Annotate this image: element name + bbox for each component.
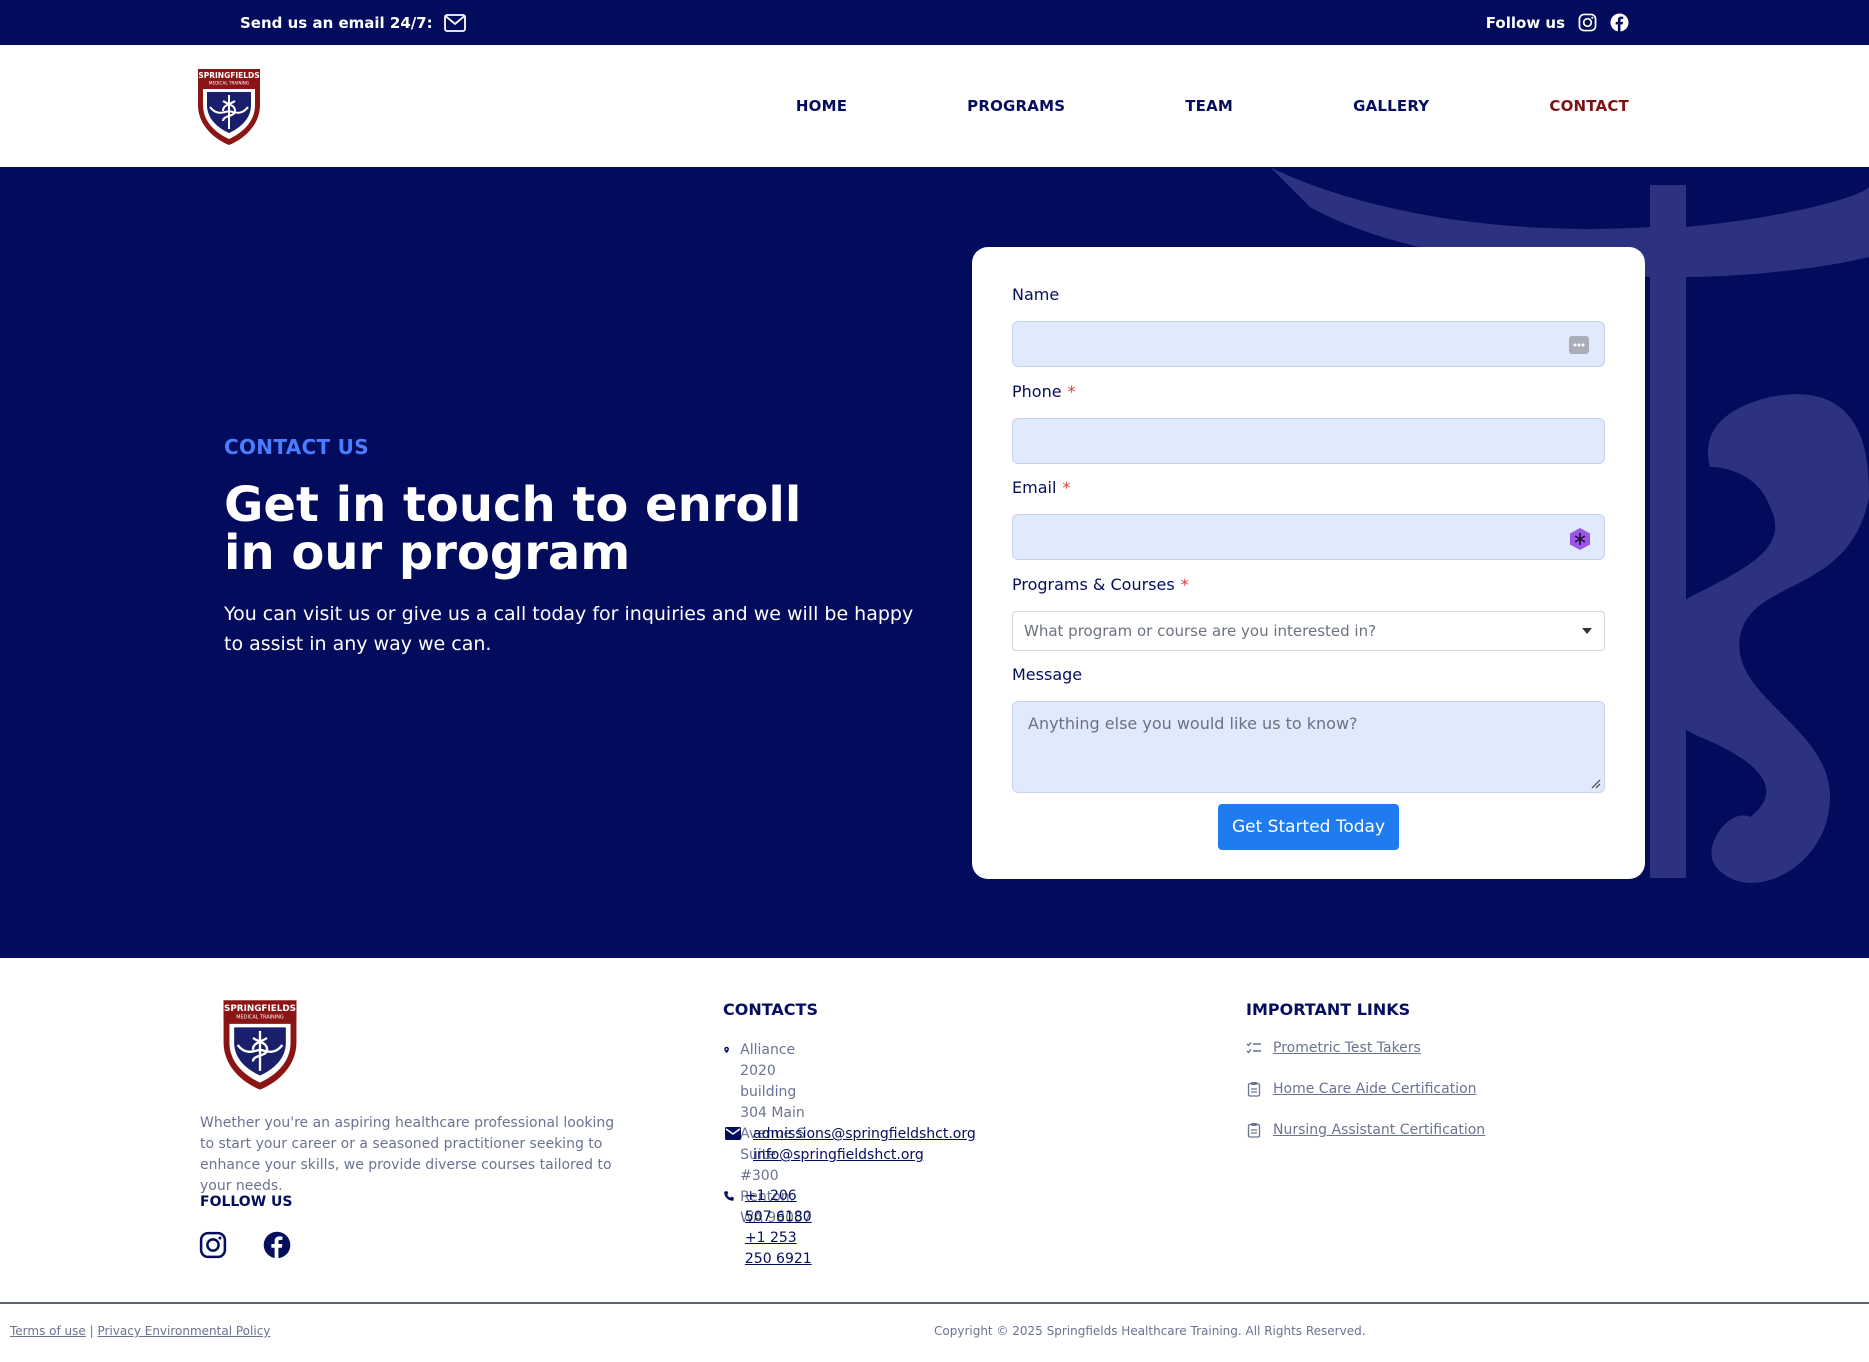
required-mark: * bbox=[1180, 575, 1189, 594]
copyright: Copyright © 2025 Springfields Healthcare… bbox=[934, 1324, 1366, 1338]
checklist-icon bbox=[1246, 1042, 1261, 1054]
message-field-group: Message Anything else you would like us … bbox=[1012, 665, 1605, 793]
programs-select[interactable]: What program or course are you intereste… bbox=[1012, 611, 1605, 651]
mail-icon bbox=[725, 1127, 741, 1140]
autofill-icon[interactable] bbox=[1568, 334, 1590, 356]
contact-form-card: Name Phone * Email * Programs & Courses * W… bbox=[972, 247, 1645, 879]
hero-eyebrow: CONTACT US bbox=[224, 435, 369, 459]
svg-text:SPRINGFIELDS: SPRINGFIELDS bbox=[198, 71, 259, 80]
phone-link-1[interactable]: +1 206 507 6180 bbox=[745, 1186, 818, 1228]
programs-placeholder: What program or course are you intereste… bbox=[1024, 622, 1377, 640]
phone-input[interactable] bbox=[1012, 418, 1605, 464]
bottom-bar: Terms of use | Privacy Environmental Pol… bbox=[0, 1302, 1869, 1362]
email-cta-label: Send us an email 24/7: bbox=[240, 13, 433, 32]
phone-field-group: Phone * bbox=[1012, 382, 1605, 464]
phone-label: Phone * bbox=[1012, 382, 1076, 401]
terms-link[interactable]: Terms of use bbox=[10, 1324, 86, 1338]
nav-team[interactable]: TEAM bbox=[1185, 97, 1233, 115]
legal-links: Terms of use | Privacy Environmental Pol… bbox=[10, 1324, 270, 1338]
programs-field-group: Programs & Courses * What program or cour… bbox=[1012, 575, 1605, 651]
hero-title: Get in touch to enroll in our program bbox=[224, 477, 802, 581]
address-line: Alliance 2020 building bbox=[740, 1042, 797, 1100]
nav-programs[interactable]: PROGRAMS bbox=[967, 97, 1065, 115]
get-started-button[interactable]: Get Started Today bbox=[1218, 804, 1399, 850]
programs-label: Programs & Courses * bbox=[1012, 575, 1189, 594]
envelope-icon[interactable] bbox=[443, 13, 466, 32]
message-placeholder: Anything else you would like us to know? bbox=[1028, 714, 1358, 733]
phone-icon bbox=[724, 1191, 734, 1201]
site-footer: SPRINGFIELDS MEDICAL TRAINING Whether yo… bbox=[0, 958, 1869, 1303]
instagram-icon[interactable] bbox=[1578, 13, 1597, 32]
hero-subtitle: You can visit us or give us a call today… bbox=[224, 603, 914, 655]
top-bar: Send us an email 24/7: Follow us bbox=[0, 0, 1869, 45]
footer-about: Whether you're an aspiring healthcare pr… bbox=[200, 1115, 615, 1194]
phone-link-2[interactable]: +1 253 250 6921 bbox=[745, 1228, 818, 1270]
main-nav: HOME PROGRAMS TEAM GALLERY CONTACT bbox=[796, 45, 1629, 167]
email-row: admissions@springfieldshct.org info@spri… bbox=[723, 1124, 976, 1166]
footer-contacts: CONTACTS Alliance 2020 building 304 Main… bbox=[723, 1000, 976, 1267]
link-row: Nursing Assistant Certification bbox=[1246, 1122, 1485, 1138]
prometric-link[interactable]: Prometric Test Takers bbox=[1273, 1040, 1421, 1056]
facebook-icon[interactable] bbox=[1610, 13, 1629, 32]
footer-social bbox=[199, 1231, 291, 1263]
resize-handle-icon[interactable] bbox=[1589, 777, 1601, 789]
svg-text:MEDICAL TRAINING: MEDICAL TRAINING bbox=[236, 1015, 284, 1021]
message-label: Message bbox=[1012, 665, 1083, 684]
name-input[interactable] bbox=[1012, 321, 1605, 367]
nav-home[interactable]: HOME bbox=[796, 97, 847, 115]
footer-follow-title: FOLLOW US bbox=[200, 1194, 293, 1210]
privacy-link[interactable]: Privacy Environmental Policy bbox=[97, 1324, 270, 1338]
link-row: Home Care Aide Certification bbox=[1246, 1081, 1477, 1097]
logo[interactable]: SPRINGFIELDS MEDICAL TRAINING bbox=[196, 67, 262, 147]
facebook-icon[interactable] bbox=[263, 1231, 291, 1263]
required-mark: * bbox=[1067, 382, 1076, 401]
email-link-admissions[interactable]: admissions@springfieldshct.org bbox=[753, 1124, 976, 1145]
link-row: Prometric Test Takers bbox=[1246, 1040, 1421, 1056]
name-field-group: Name bbox=[1012, 285, 1605, 367]
svg-text:SPRINGFIELDS: SPRINGFIELDS bbox=[224, 1004, 296, 1014]
site-header: SPRINGFIELDS MEDICAL TRAINING HOME PROGR… bbox=[0, 45, 1869, 167]
legal-separator: | bbox=[89, 1324, 94, 1338]
email-cta[interactable]: Send us an email 24/7: bbox=[240, 0, 466, 45]
hero-text: CONTACT US Get in touch to enroll in our… bbox=[224, 435, 924, 659]
message-textarea[interactable]: Anything else you would like us to know? bbox=[1012, 701, 1605, 793]
required-mark: * bbox=[1062, 478, 1071, 497]
nav-contact[interactable]: CONTACT bbox=[1549, 97, 1629, 115]
clipboard-icon bbox=[1247, 1123, 1261, 1138]
extension-icon[interactable] bbox=[1568, 527, 1590, 550]
svg-text:MEDICAL TRAINING: MEDICAL TRAINING bbox=[209, 81, 249, 86]
clipboard-icon bbox=[1247, 1082, 1261, 1097]
email-input[interactable] bbox=[1012, 514, 1605, 560]
email-label: Email * bbox=[1012, 478, 1071, 497]
name-label: Name bbox=[1012, 285, 1060, 304]
phone-row: +1 206 507 6180 +1 253 250 6921 bbox=[723, 1186, 818, 1270]
hero-section: CONTACT US Get in touch to enroll in our… bbox=[0, 167, 1869, 958]
nav-gallery[interactable]: GALLERY bbox=[1353, 97, 1429, 115]
email-link-info[interactable]: info@springfieldshct.org bbox=[753, 1145, 976, 1166]
map-pin-icon bbox=[724, 1046, 729, 1054]
chevron-down-icon bbox=[1582, 628, 1592, 634]
links-title: IMPORTANT LINKS bbox=[1246, 1000, 1411, 1019]
follow-label: Follow us bbox=[1485, 13, 1565, 32]
footer-logo[interactable]: SPRINGFIELDS MEDICAL TRAINING bbox=[220, 998, 300, 1092]
nursing-assistant-link[interactable]: Nursing Assistant Certification bbox=[1273, 1122, 1485, 1138]
topbar-follow: Follow us bbox=[1486, 0, 1629, 45]
instagram-icon[interactable] bbox=[199, 1231, 227, 1263]
email-field-group: Email * bbox=[1012, 478, 1605, 560]
home-care-aide-link[interactable]: Home Care Aide Certification bbox=[1273, 1081, 1477, 1097]
contacts-title: CONTACTS bbox=[723, 1000, 818, 1019]
footer-important-links: IMPORTANT LINKS Prometric Test Takers Ho… bbox=[1246, 1000, 1485, 1138]
